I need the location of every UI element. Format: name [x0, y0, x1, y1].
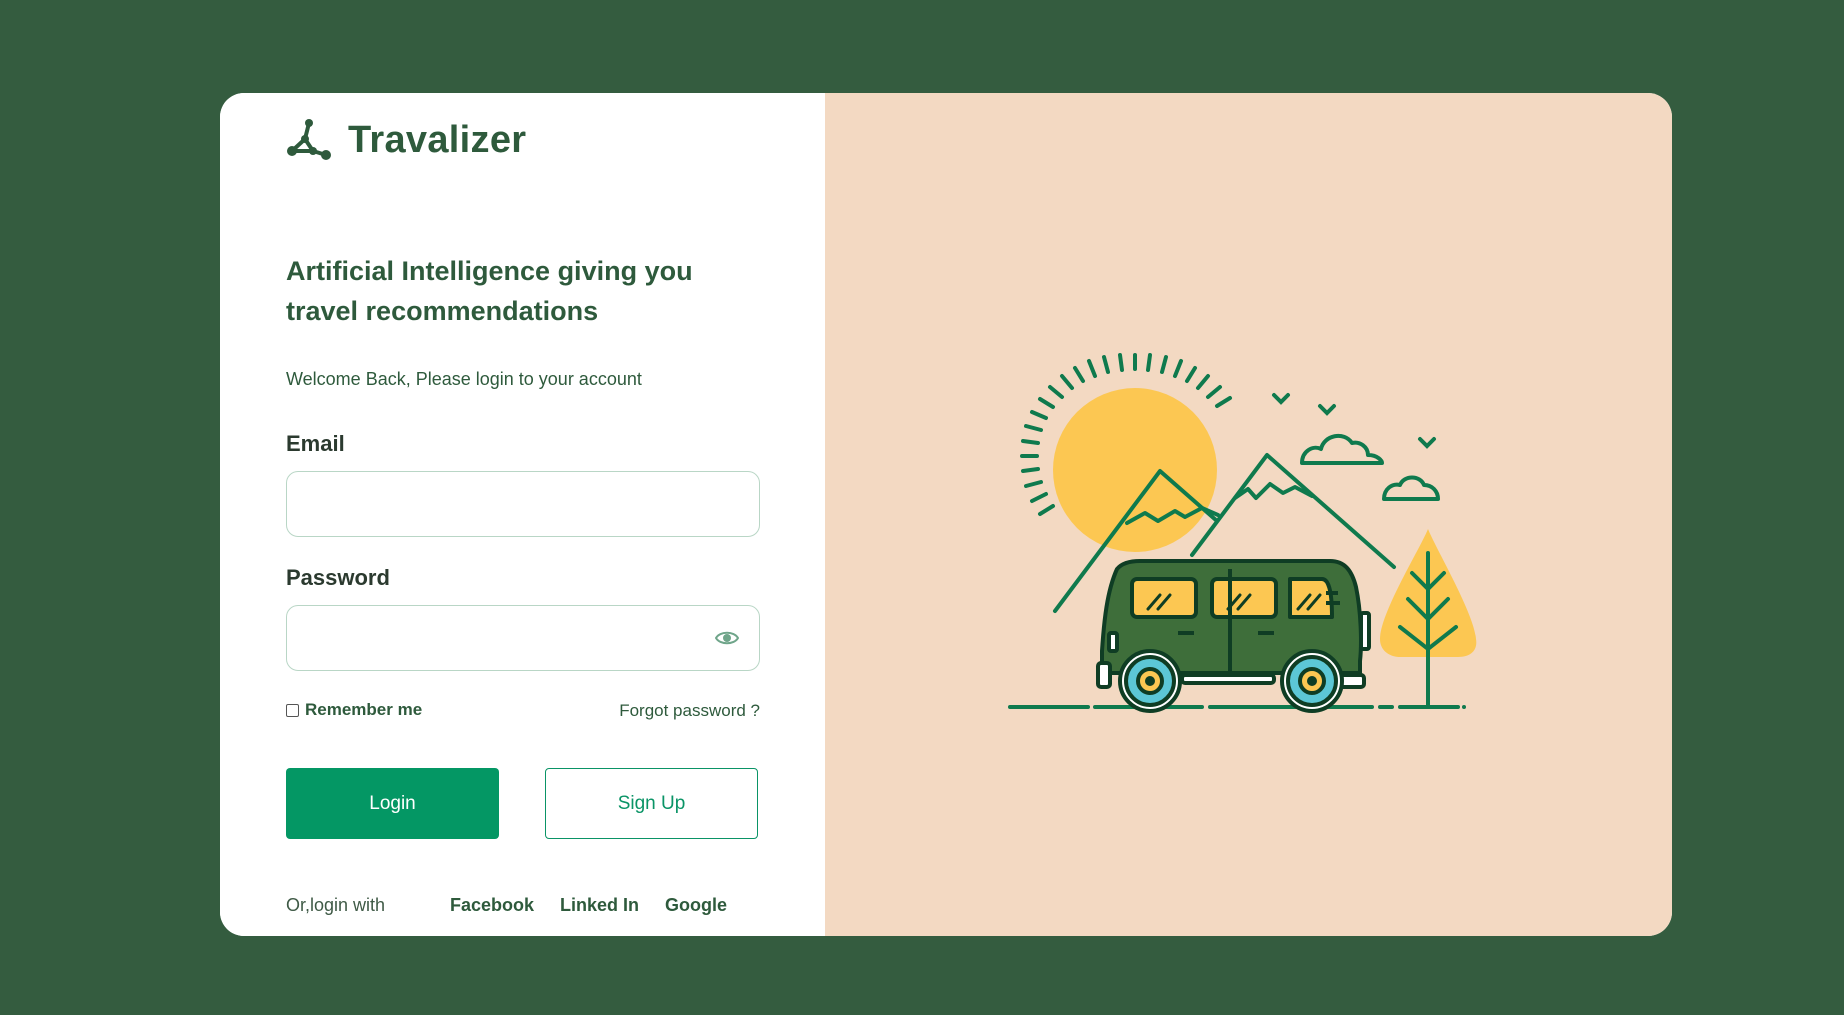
password-field[interactable] [287, 606, 759, 670]
google-login-link[interactable]: Google [665, 895, 727, 916]
tree [1380, 529, 1477, 709]
login-panel: Travalizer Artificial Intelligence givin… [220, 93, 825, 936]
email-field-wrapper [286, 471, 760, 537]
campervan-mountains-illustration [1008, 353, 1477, 713]
email-label: Email [286, 431, 345, 456]
facebook-login-link[interactable]: Facebook [450, 895, 534, 916]
linkedin-login-link[interactable]: Linked In [560, 895, 639, 916]
remember-me[interactable]: Remember me [286, 700, 422, 720]
clouds [1300, 433, 1440, 501]
login-card: Travalizer Artificial Intelligence givin… [220, 93, 1672, 936]
page-headline: Artificial Intelligence giving you trave… [286, 256, 693, 326]
brand: Travalizer [286, 117, 526, 163]
password-label: Password [286, 565, 390, 590]
remember-me-checkbox[interactable] [286, 703, 299, 717]
forgot-password-link[interactable]: Forgot password ? [619, 701, 760, 721]
eye-icon[interactable] [715, 629, 739, 647]
sign-up-button[interactable]: Sign Up [545, 768, 758, 839]
login-button[interactable]: Login [286, 768, 499, 839]
brand-name: Travalizer [348, 118, 527, 161]
password-field-wrapper [286, 605, 760, 671]
email-field[interactable] [287, 472, 759, 536]
remember-me-label[interactable]: Remember me [305, 700, 422, 720]
birds [1272, 393, 1436, 449]
social-login-label: Or,login with [286, 895, 386, 915]
network-nodes-icon [287, 119, 331, 160]
sun [1053, 388, 1217, 552]
social-login: Or,login with Facebook Linked In Google [286, 895, 753, 916]
welcome-text: Welcome Back, Please login to your accou… [286, 369, 642, 389]
illustration-panel [825, 93, 1672, 936]
